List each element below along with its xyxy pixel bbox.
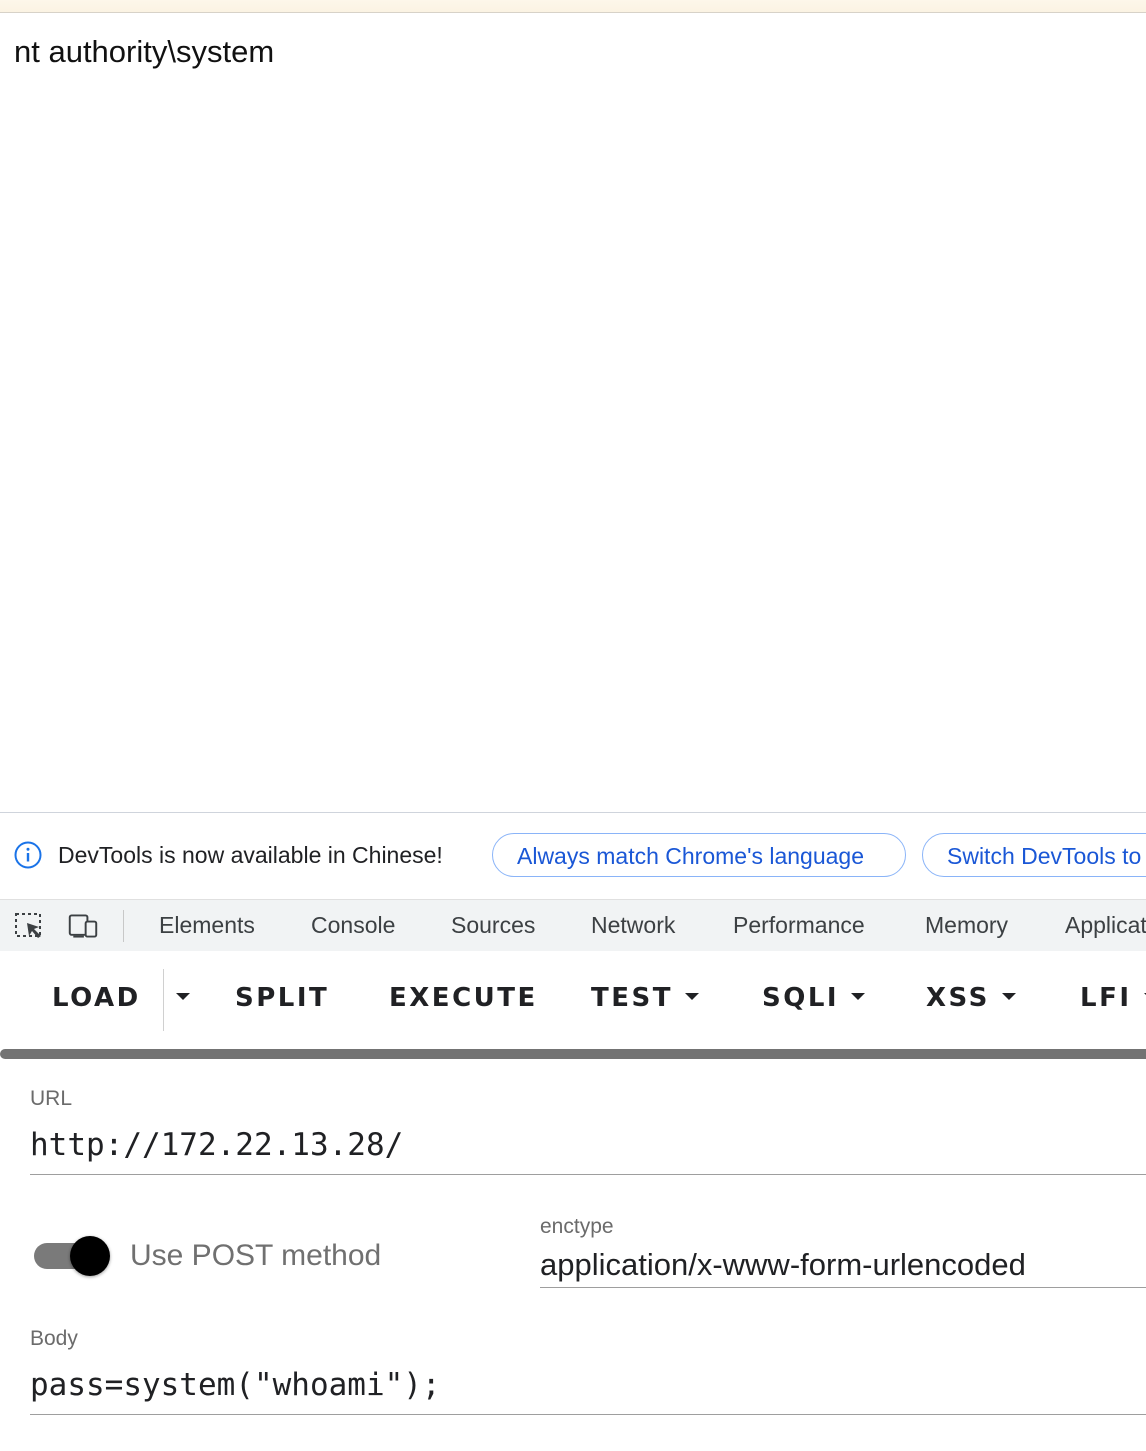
language-infobar: DevTools is now available in Chinese! Al… [0, 813, 1146, 899]
devtools-panel: DevTools is now available in Chinese! Al… [0, 812, 1146, 1451]
tab-sources[interactable]: Sources [451, 912, 535, 939]
execute-button[interactable]: EXECUTE [389, 983, 538, 1013]
url-label: URL [30, 1087, 73, 1110]
post-method-toggle-knob[interactable] [70, 1236, 110, 1276]
url-input[interactable]: http://172.22.13.28/ [30, 1127, 403, 1163]
sqli-menu-label: SQLI [762, 983, 840, 1013]
devtools-tabbar: Elements Console Sources Network Perform… [0, 899, 1146, 953]
test-menu-label: TEST [591, 983, 673, 1013]
load-button[interactable]: LOAD [52, 983, 141, 1013]
split-button[interactable]: SPLIT [235, 983, 329, 1013]
test-menu-button[interactable]: TEST [591, 983, 699, 1013]
enctype-select[interactable]: application/x-www-form-urlencoded [540, 1247, 1026, 1283]
lfi-menu-label: LFI [1080, 983, 1132, 1013]
chevron-down-icon [176, 993, 190, 1000]
page-output-text: nt authority\system [14, 34, 275, 69]
toolbar-divider [123, 910, 124, 942]
enctype-label: enctype [540, 1215, 614, 1238]
post-method-label: Use POST method [130, 1239, 382, 1272]
body-label: Body [30, 1327, 78, 1350]
switch-devtools-language-button[interactable]: Switch DevTools to [922, 833, 1146, 877]
tab-memory[interactable]: Memory [925, 912, 1008, 939]
hackbar-progress-bar [0, 1049, 1146, 1059]
lfi-menu-button[interactable]: LFI [1080, 983, 1146, 1013]
xss-menu-label: XSS [926, 983, 990, 1013]
body-input-underline [30, 1414, 1146, 1415]
enctype-underline [540, 1287, 1146, 1288]
info-icon [14, 841, 42, 869]
tab-application[interactable]: Application [1065, 912, 1146, 939]
sqli-menu-button[interactable]: SQLI [762, 983, 866, 1013]
body-input[interactable]: pass=system("whoami"); [30, 1367, 441, 1403]
load-options-dropdown[interactable] [164, 983, 190, 1013]
hackbar-toolbar: LOAD SPLIT EXECUTE TEST SQLI XSS LFI [0, 951, 1146, 1055]
xss-menu-button[interactable]: XSS [926, 983, 1016, 1013]
chevron-down-icon [1001, 993, 1016, 1000]
tab-elements[interactable]: Elements [159, 912, 255, 939]
tab-performance[interactable]: Performance [733, 912, 865, 939]
chevron-down-icon [684, 993, 699, 1000]
inspect-element-icon[interactable] [14, 912, 44, 940]
tab-console[interactable]: Console [311, 912, 395, 939]
device-toolbar-icon[interactable] [68, 912, 98, 940]
infobar-message: DevTools is now available in Chinese! [58, 842, 443, 868]
always-match-language-button[interactable]: Always match Chrome's language [492, 833, 906, 877]
url-input-underline [30, 1174, 1146, 1175]
browser-top-strip [0, 0, 1146, 13]
chevron-down-icon [851, 993, 866, 1000]
tab-network[interactable]: Network [591, 912, 675, 939]
